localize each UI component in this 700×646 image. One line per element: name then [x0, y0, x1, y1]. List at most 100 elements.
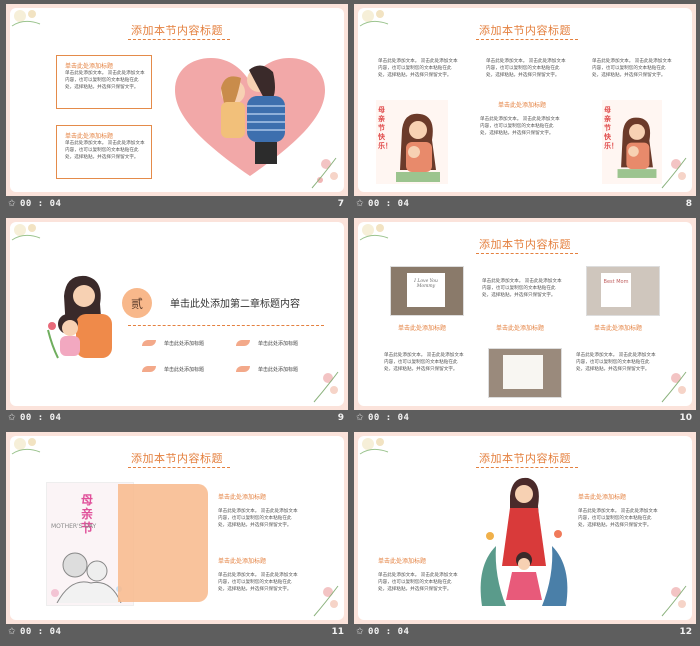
slide-thumbnail-7[interactable]: 添加本节内容标题 单击此处添加标题 单击此处添加文本。 双击此处添加文本 内容，… — [6, 4, 348, 211]
floral-corner-icon — [661, 585, 687, 617]
slide-meta: ✩ 00 : 04 7 — [6, 199, 348, 211]
peach-overlay-panel — [118, 484, 208, 602]
leaf-bullet-icon — [236, 366, 250, 372]
sub-heading-left: 单击此处添加标题 — [378, 558, 427, 565]
photo-open-card — [488, 348, 562, 398]
slide-thumbnail-8[interactable]: 添加本节内容标题 单击此处添加文本。 双击此处添加文本 内容，也可以复制您的文本… — [354, 4, 696, 211]
title-underline — [476, 39, 578, 40]
body-text-top-center: 单击此处添加文本。 双击此处添加文本 内容，也可以复制您的文本粘贴在此 处，选择… — [482, 279, 562, 298]
slide-meta: ✩ 00 : 04 8 — [354, 199, 696, 211]
item-label-4[interactable]: 单击此处添加标题 — [258, 366, 298, 373]
floral-corner-icon — [311, 157, 338, 189]
section-title: 添加本节内容标题 — [131, 24, 223, 37]
transition-star-icon[interactable]: ✩ — [8, 627, 16, 637]
slide-meta: ✩ 00 : 04 11 — [6, 627, 348, 639]
heart-mother-daughter-illustration — [175, 58, 325, 176]
sub-heading: 单击此处添加标题 — [65, 133, 114, 140]
section-title: 添加本节内容标题 — [479, 452, 571, 465]
item-label-1[interactable]: 单击此处添加标题 — [164, 340, 204, 347]
leaf-bullet-icon — [142, 340, 156, 346]
sub-heading-right: 单击此处添加标题 — [578, 494, 627, 501]
body-text-top-right: 单击此处添加文本。 双击此处添加文本 内容，也可以复制您的文本粘贴在此 处，选择… — [592, 59, 672, 78]
sub-heading-1: 单击此处添加标题 — [218, 494, 267, 501]
sketch-mother-child-illustration — [51, 552, 122, 603]
body-text-center: 单击此处添加文本。 双击此处添加文本 内容，也可以复制您的文本粘贴在此 处，选择… — [480, 117, 560, 136]
sub-heading-right: 单击此处添加标题 — [594, 325, 643, 332]
body-text: 单击此处添加文本。 双击此处添加文本 内容，也可以复制您的文本粘贴在此 处，选择… — [65, 141, 145, 160]
title-underline — [476, 253, 578, 254]
body-text-right: 单击此处添加文本。 双击此处添加文本 内容，也可以复制您的文本粘贴在此 处，选择… — [578, 509, 658, 528]
slide-thumbnail-10[interactable]: 添加本节内容标题 I Love You Mommy 单击此处添加文本。 双击此处… — [354, 218, 696, 425]
photo-best-mom: Best Mom — [586, 266, 660, 316]
body-text-bottom-left: 单击此处添加文本。 双击此处添加文本 内容，也可以复制您的文本粘贴在此 处，选择… — [384, 353, 464, 372]
title-underline — [128, 467, 230, 468]
transition-star-icon[interactable]: ✩ — [356, 627, 364, 637]
body-text-2: 单击此处添加文本。 双击此处添加文本 内容，也可以复制您的文本粘贴在此 处，选择… — [218, 573, 298, 592]
slide-meta: ✩ 00 : 04 12 — [354, 627, 696, 639]
floral-corner-icon — [661, 157, 687, 189]
transition-star-icon[interactable]: ✩ — [8, 199, 16, 209]
card-text: 母亲节快乐！ — [604, 106, 618, 150]
slide-canvas: 添加本节内容标题 单击此处添加标题 单击此处添加文本。 双击此处添加文本 内容，… — [6, 4, 348, 196]
slide-duration: 00 : 04 — [368, 627, 410, 637]
text-box-1[interactable]: 单击此处添加标题 单击此处添加文本。 双击此处添加文本 内容，也可以复制您的文本… — [56, 55, 152, 109]
slide-thumbnail-11[interactable]: 添加本节内容标题 母亲节 MOTHER'S DAY 单击此处添加标题 单击此处添… — [6, 432, 348, 639]
flower-decoration-icon — [11, 224, 41, 241]
text-box-2[interactable]: 单击此处添加标题 单击此处添加文本。 双击此处添加文本 内容，也可以复制您的文本… — [56, 125, 152, 179]
slide-number: 12 — [679, 627, 692, 637]
leaf-bullet-icon — [142, 366, 156, 372]
floral-corner-icon — [313, 585, 339, 617]
slide-duration: 00 : 04 — [368, 199, 410, 209]
mother-child-chapter-illustration — [47, 275, 112, 359]
card-text: 母亲节快乐！ — [378, 106, 392, 150]
poster-subtitle: MOTHER'S DAY — [51, 523, 97, 530]
floral-corner-icon — [661, 371, 687, 403]
slide-canvas: 添加本节内容标题 单击此处添加标题 单击此处添加文本。 双击此处添加文本 内容，… — [354, 432, 696, 624]
mother-day-card-left: 母亲节快乐！ — [376, 100, 448, 184]
body-text-1: 单击此处添加文本。 双击此处添加文本 内容，也可以复制您的文本粘贴在此 处，选择… — [218, 509, 298, 528]
slide-canvas: 贰 单击此处添加第二章标题内容 单击此处添加标题 单击此处添加标题 单击此处添加… — [6, 218, 348, 410]
sub-heading-2: 单击此处添加标题 — [218, 558, 267, 565]
sub-heading: 单击此处添加标题 — [498, 102, 547, 109]
section-title: 添加本节内容标题 — [479, 238, 571, 251]
photo-love-note: I Love You Mommy — [390, 266, 464, 316]
sub-heading-center: 单击此处添加标题 — [496, 325, 545, 332]
slide-number: 7 — [337, 199, 344, 209]
slide-duration: 00 : 04 — [20, 627, 62, 637]
slide-number: 9 — [337, 413, 344, 423]
photo-caption: I Love You Mommy — [414, 279, 438, 289]
slide-duration: 00 : 04 — [20, 199, 62, 209]
slide-duration: 00 : 04 — [368, 413, 410, 423]
body-text: 单击此处添加文本。 双击此处添加文本 内容，也可以复制您的文本粘贴在此 处，选择… — [65, 71, 145, 90]
title-underline — [128, 39, 230, 40]
slide-canvas: 添加本节内容标题 母亲节 MOTHER'S DAY 单击此处添加标题 单击此处添… — [6, 432, 348, 624]
leaf-bullet-icon — [236, 340, 250, 346]
chapter-divider — [128, 325, 324, 326]
item-label-3[interactable]: 单击此处添加标题 — [164, 366, 204, 373]
section-title: 添加本节内容标题 — [131, 452, 223, 465]
transition-star-icon[interactable]: ✩ — [356, 199, 364, 209]
section-title: 添加本节内容标题 — [479, 24, 571, 37]
chapter-number: 贰 — [130, 297, 143, 311]
slide-number: 10 — [679, 413, 692, 423]
chapter-circle: 贰 — [122, 288, 152, 318]
slide-meta: ✩ 00 : 04 9 — [6, 413, 348, 425]
slide-number: 8 — [685, 199, 692, 209]
transition-star-icon[interactable]: ✩ — [356, 413, 364, 423]
photo-caption: Best Mom — [603, 279, 629, 285]
sub-heading: 单击此处添加标题 — [65, 63, 114, 70]
body-text-top-left: 单击此处添加文本。 双击此处添加文本 内容，也可以复制您的文本粘贴在此 处，选择… — [378, 59, 458, 78]
mother-day-card-right: 母亲节快乐！ — [602, 100, 662, 184]
body-text-top-center: 单击此处添加文本。 双击此处添加文本 内容，也可以复制您的文本粘贴在此 处，选择… — [486, 59, 566, 78]
transition-star-icon[interactable]: ✩ — [8, 413, 16, 423]
item-label-2[interactable]: 单击此处添加标题 — [258, 340, 298, 347]
slide-thumbnail-12[interactable]: 添加本节内容标题 单击此处添加标题 单击此处添加文本。 双击此处添加文本 内容，… — [354, 432, 696, 639]
slide-meta: ✩ 00 : 04 10 — [354, 413, 696, 425]
mother-hugging-child-illustration — [396, 113, 440, 182]
slide-duration: 00 : 04 — [20, 413, 62, 423]
chapter-title[interactable]: 单击此处添加第二章标题内容 — [170, 295, 300, 310]
body-text-left: 单击此处添加文本。 双击此处添加文本 内容，也可以复制您的文本粘贴在此 处，选择… — [378, 573, 458, 592]
slide-canvas: 添加本节内容标题 单击此处添加文本。 双击此处添加文本 内容，也可以复制您的文本… — [354, 4, 696, 196]
title-underline — [476, 467, 578, 468]
slide-thumbnail-9[interactable]: 贰 单击此处添加第二章标题内容 单击此处添加标题 单击此处添加标题 单击此处添加… — [6, 218, 348, 425]
